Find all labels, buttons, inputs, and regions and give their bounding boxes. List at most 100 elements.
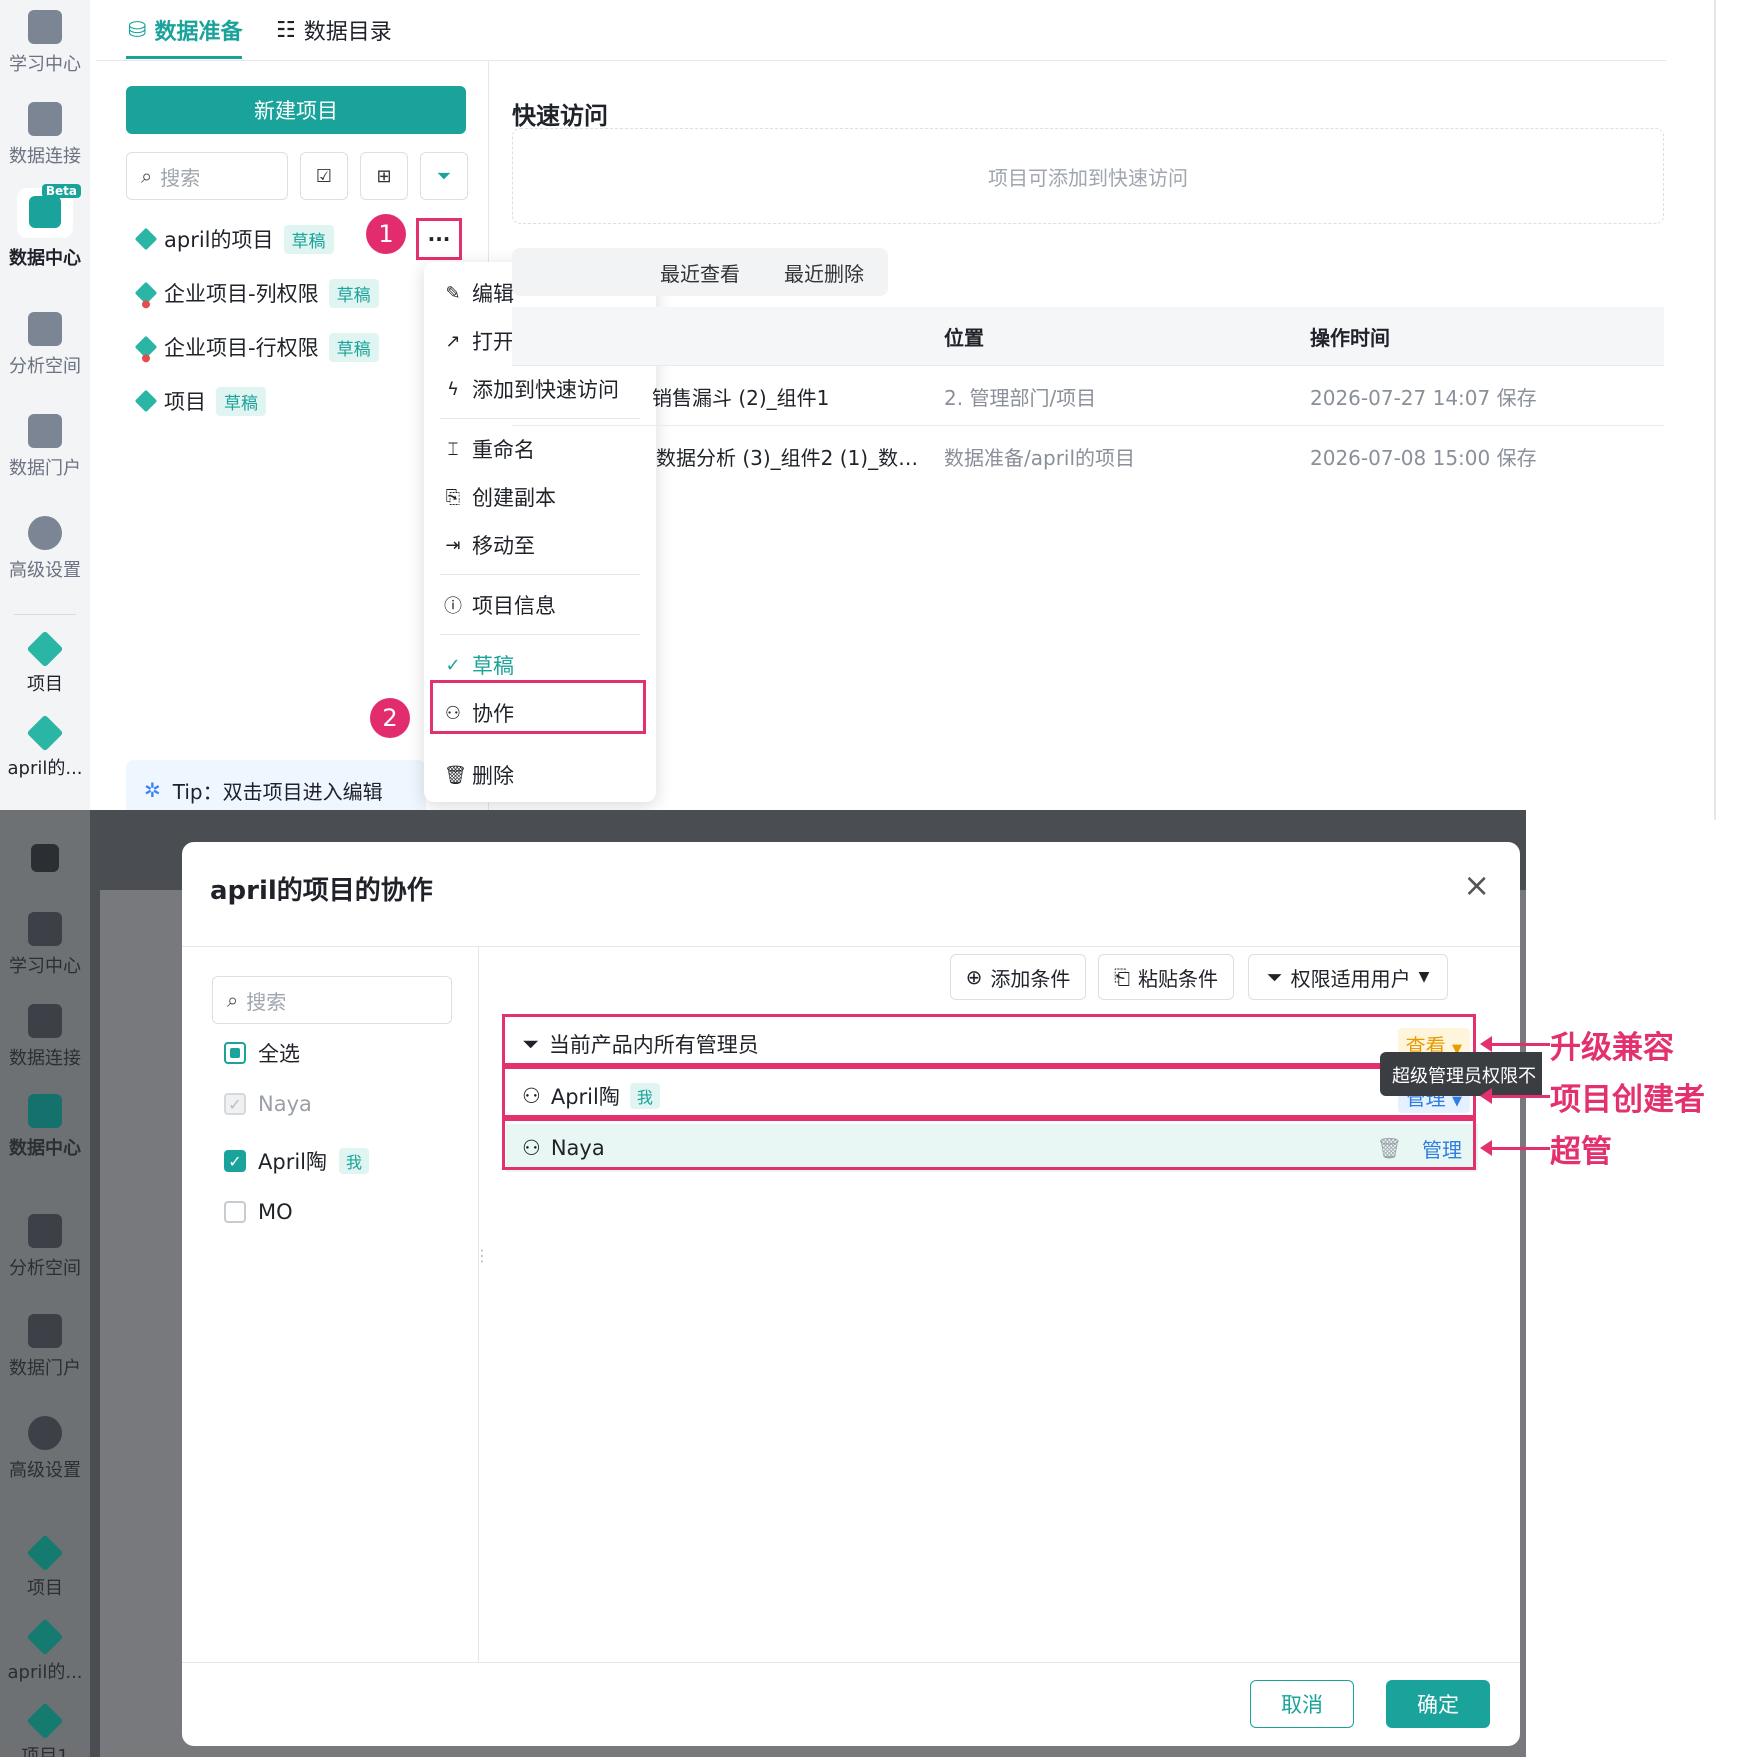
list-item[interactable]: april的项目 草稿: [134, 224, 334, 254]
table-row-name[interactable]: 数据分析 (3)_组件2 (1)_数…: [656, 442, 918, 471]
datacenter-icon: [28, 1094, 62, 1128]
menu-item-delete[interactable]: 🗑 删除: [444, 760, 514, 790]
annotation-superadmin: 超管: [1550, 1134, 1612, 1170]
database-icon: [28, 102, 62, 136]
search-icon: ⌕: [141, 164, 153, 188]
annotation-upgrade: 升级兼容: [1550, 1030, 1674, 1066]
sidebar-item-april[interactable]: april的...: [0, 1618, 90, 1684]
data-prep-icon: ⛁: [128, 17, 147, 43]
checkbox-checked: ✓: [224, 1150, 246, 1172]
checkbox-disabled: ✓: [224, 1093, 246, 1115]
caret-down-icon: ▼: [1418, 969, 1430, 985]
sidebar-item-learning[interactable]: 学习中心: [0, 912, 90, 978]
list-item[interactable]: 企业项目-列权限 草稿: [134, 278, 379, 308]
list-item[interactable]: 项目 草稿: [134, 386, 266, 416]
trash-icon: 🗑: [444, 764, 467, 786]
project-search-input[interactable]: ⌕ 搜索: [126, 152, 288, 200]
batch-select-button[interactable]: ☑: [300, 152, 348, 200]
user-checkbox-april[interactable]: ✓ April陶 我: [224, 1146, 370, 1176]
menu-item-edit[interactable]: ✎ 编辑: [444, 278, 514, 308]
quick-access-title: 快速访问: [512, 102, 608, 130]
apps-icon-item[interactable]: [0, 844, 90, 878]
annotation-creator: 项目创建者: [1550, 1082, 1705, 1118]
new-folder-button[interactable]: ⊞: [360, 152, 408, 200]
sidebar-item-project[interactable]: 项目: [0, 630, 90, 696]
paste-condition-button[interactable]: ⎗ 粘贴条件: [1098, 954, 1234, 1000]
tab-data-catalog[interactable]: ☷ 数据目录: [276, 14, 392, 46]
list-icon: ☷: [276, 17, 296, 43]
sidebar-item-settings[interactable]: 高级设置: [0, 516, 90, 582]
menu-item-move[interactable]: ⇥ 移动至: [444, 530, 535, 560]
recent-segmented: 最近查看 最近删除: [512, 248, 888, 296]
filter-button[interactable]: ⏷: [420, 152, 468, 200]
segment-recent-delete[interactable]: 最近删除: [784, 258, 864, 287]
resize-handle-icon[interactable]: ⋮: [474, 1246, 490, 1265]
sidebar-item-project1[interactable]: 项目1: [0, 1702, 90, 1757]
bottom-screenshot: 学习中心 数据连接 数据中心 分析空间 数据门户 高级设置 项目 april的.…: [0, 810, 1526, 1757]
segment-recent-view[interactable]: 最近查看: [660, 258, 740, 287]
sidebar-item-analysis[interactable]: 分析空间: [0, 312, 90, 378]
info-icon: ⓘ: [444, 596, 462, 617]
user-checkbox-mo[interactable]: MO: [224, 1200, 293, 1224]
chart-icon: [28, 312, 62, 346]
annotation-arrow: [1480, 1036, 1550, 1052]
folder-plus-icon: ⊞: [376, 165, 392, 187]
confirm-button[interactable]: 确定: [1386, 1680, 1490, 1728]
menu-item-info[interactable]: ⓘ 项目信息: [444, 590, 556, 620]
book-icon: [28, 912, 62, 946]
table-row-location: 数据准备/april的项目: [944, 446, 1136, 470]
new-project-button[interactable]: 新建项目: [126, 86, 466, 134]
sidebar-item-portal[interactable]: 数据门户: [0, 1314, 90, 1380]
menu-item-duplicate[interactable]: ⎘ 创建副本: [444, 482, 556, 512]
more-options-button[interactable]: ···: [416, 218, 462, 260]
sidebar-item-portal[interactable]: 数据门户: [0, 414, 90, 480]
sidebar-item-analysis[interactable]: 分析空间: [0, 1214, 90, 1280]
menu-item-rename[interactable]: ⌶ 重命名: [444, 434, 535, 464]
book-icon: [28, 10, 62, 44]
rename-icon: ⌶: [447, 438, 459, 460]
me-tag: 我: [339, 1148, 370, 1174]
table-row-name[interactable]: 销售漏斗 (2)_组件1: [652, 382, 829, 411]
project-icon: [26, 714, 64, 752]
close-icon[interactable]: ×: [1463, 866, 1490, 904]
list-item[interactable]: 企业项目-行权限 草稿: [134, 332, 379, 362]
add-condition-button[interactable]: ⊕ 添加条件: [950, 954, 1086, 1000]
more-icon: ···: [427, 227, 451, 251]
cancel-button[interactable]: 取消: [1250, 1680, 1354, 1728]
step-badge-2: 2: [370, 698, 410, 738]
sidebar-item-connect[interactable]: 数据连接: [0, 102, 90, 168]
sidebar-item-april[interactable]: april的...: [0, 714, 90, 780]
table-header: [512, 307, 1664, 365]
sidebar-item-datacenter[interactable]: 数据中心: [0, 1094, 90, 1160]
sidebar-item-settings[interactable]: 高级设置: [0, 1416, 90, 1482]
tab-data-prep[interactable]: ⛁ 数据准备: [128, 14, 242, 46]
menu-item-add-quick-access[interactable]: ϟ 添加到快速访问: [444, 374, 619, 404]
sidebar-item-datacenter[interactable]: Beta 数据中心: [0, 184, 90, 270]
sidebar-item-learning[interactable]: 学习中心: [0, 10, 90, 76]
check-icon: ✓: [445, 654, 461, 676]
permission-scope-dropdown[interactable]: ⏷ 权限适用用户 ▼: [1248, 954, 1448, 1000]
collaborate-highlight-box: [430, 680, 646, 734]
bolt-icon: ϟ: [447, 378, 459, 400]
top-screenshot: 学习中心 数据连接 Beta 数据中心 分析空间 数据门户 高级设置 项目 ap…: [0, 0, 1742, 820]
beta-badge: Beta: [41, 184, 81, 198]
checkbox-partial: [224, 1042, 246, 1064]
portal-icon: [28, 414, 62, 448]
draft-tag: 草稿: [328, 278, 379, 308]
filter-icon: ⏷: [436, 165, 452, 187]
project-icon: [26, 1618, 64, 1656]
apps-icon: [31, 844, 59, 872]
user-search-input[interactable]: ⌕ 搜索: [212, 976, 452, 1024]
user-checkbox-naya[interactable]: ✓ Naya: [224, 1092, 312, 1116]
menu-item-draft[interactable]: ✓ 草稿: [444, 650, 514, 680]
step-badge-1: 1: [366, 214, 406, 254]
gear-icon: [28, 516, 62, 550]
select-all-checkbox[interactable]: 全选: [224, 1038, 300, 1068]
external-icon: ↗: [445, 330, 461, 352]
sidebar: 学习中心 数据连接 Beta 数据中心 分析空间 数据门户 高级设置 项目 ap…: [0, 0, 90, 820]
table-row-location: 2. 管理部门/项目: [944, 386, 1097, 410]
sidebar-item-project[interactable]: 项目: [0, 1534, 90, 1600]
annotation-arrow: [1480, 1088, 1550, 1104]
highlight-box-admins: [502, 1014, 1476, 1066]
sidebar-item-connect[interactable]: 数据连接: [0, 1004, 90, 1070]
